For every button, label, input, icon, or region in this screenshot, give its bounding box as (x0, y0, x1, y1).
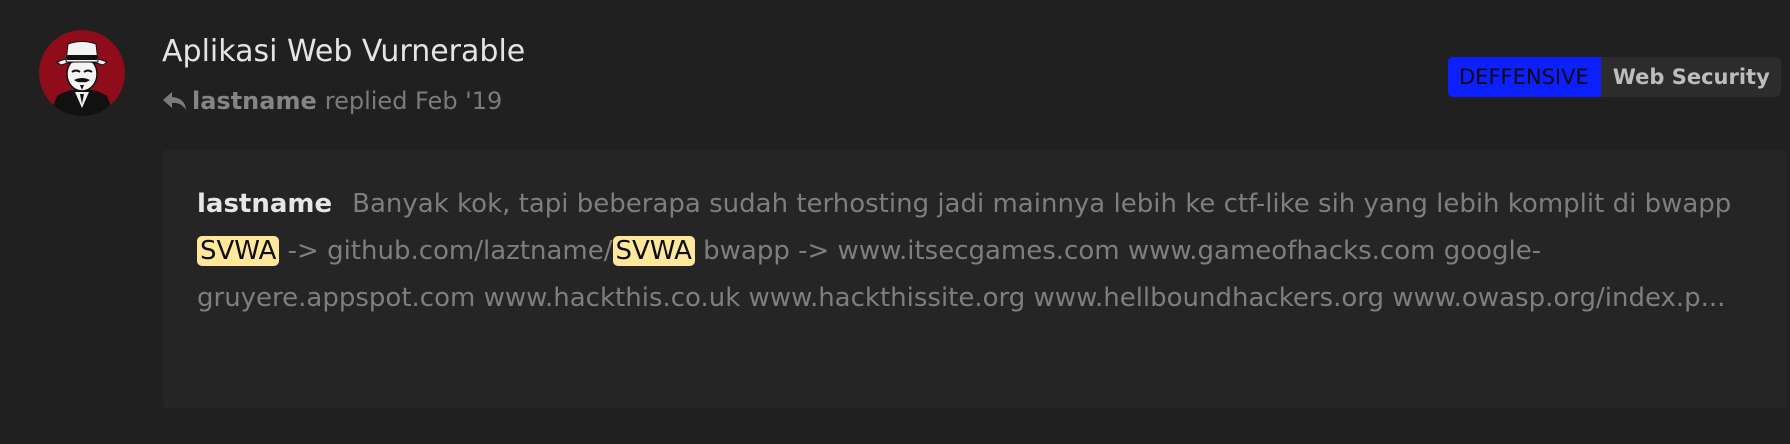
reply-username-link[interactable]: lastname (192, 87, 317, 115)
search-result-item: Aplikasi Web Vurnerable lastname replied… (0, 0, 1790, 444)
search-highlight: SVWA (612, 236, 695, 266)
excerpt-author: lastname (197, 189, 333, 219)
excerpt-text: lastname Banyak kok, tapi beberapa sudah … (197, 181, 1757, 322)
user-avatar[interactable] (39, 30, 125, 116)
topic-tags: DEFFENSIVE Web Security (1448, 57, 1781, 97)
excerpt-text-part: Banyak kok, tapi beberapa sudah terhosti… (352, 189, 1732, 219)
post-excerpt[interactable]: lastname Banyak kok, tapi beberapa sudah … (163, 150, 1787, 408)
reply-action-text: replied Feb '19 (324, 87, 503, 115)
excerpt-text-part: -> github.com/laztname/ (287, 236, 613, 266)
tag-web-security[interactable]: Web Security (1600, 57, 1781, 97)
hacker-avatar-icon (39, 30, 125, 116)
tag-deffensive[interactable]: DEFFENSIVE (1448, 57, 1601, 97)
search-highlight: SVWA (197, 236, 280, 266)
topic-title-link[interactable]: Aplikasi Web Vurnerable (162, 30, 525, 74)
reply-meta: lastname replied Feb '19 (162, 82, 502, 120)
reply-icon (162, 90, 188, 112)
